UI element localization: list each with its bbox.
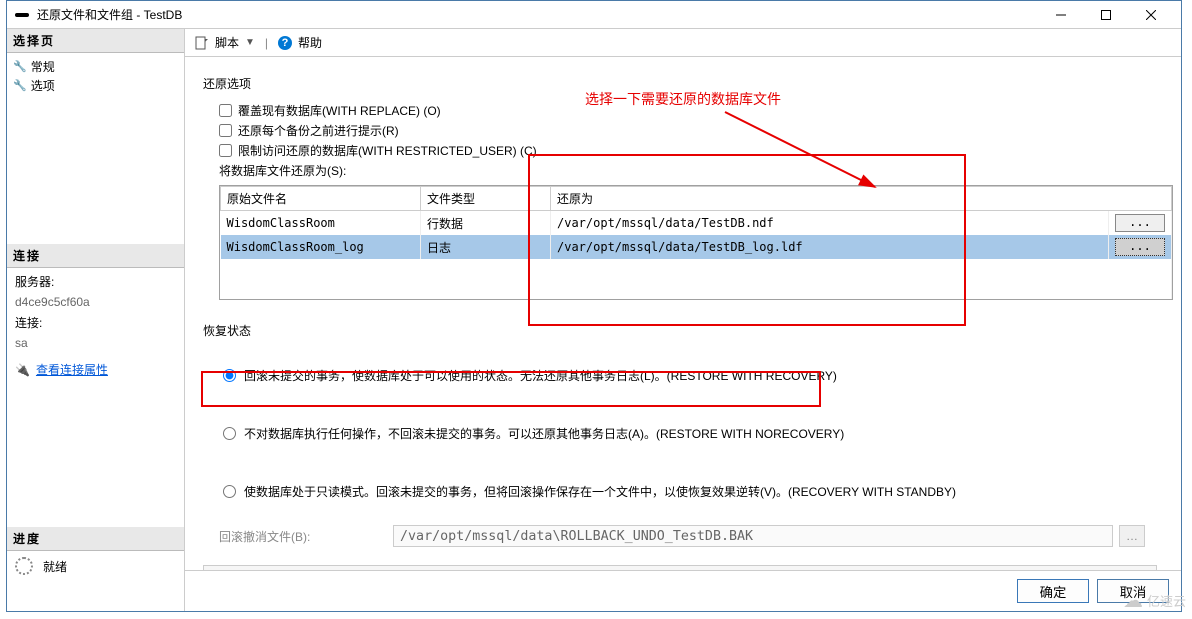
spinner-icon <box>15 557 33 575</box>
prompt-checkbox-row[interactable]: 还原每个备份之前进行提示(R) <box>219 122 1157 139</box>
cell-restore[interactable]: /var/opt/mssql/data/TestDB.ndf <box>551 211 1109 236</box>
table-row-empty <box>221 259 1172 299</box>
select-page-header: 选择页 <box>7 29 184 53</box>
progress-label: 就绪 <box>43 558 67 575</box>
table-header-row: 原始文件名 文件类型 还原为 <box>221 187 1172 211</box>
overwrite-checkbox-row[interactable]: 覆盖现有数据库(WITH REPLACE) (O) <box>219 102 1157 119</box>
cancel-button[interactable]: 取消 <box>1097 579 1169 603</box>
server-label: 服务器: <box>15 272 176 292</box>
dialog-window: 还原文件和文件组 - TestDB 选择页 🔧 常规 🔧 <box>6 0 1182 612</box>
toolbar: 脚本 ▼ | ? 帮助 <box>185 29 1181 57</box>
table-row[interactable]: WisdomClassRoom_log 日志 /var/opt/mssql/da… <box>221 235 1172 259</box>
script-icon <box>195 36 209 50</box>
maximize-button[interactable] <box>1083 1 1128 29</box>
connection-value: sa <box>15 333 176 353</box>
cell-restore[interactable]: /var/opt/mssql/data/TestDB_log.ldf <box>551 235 1109 259</box>
cell-orig: WisdomClassRoom <box>221 211 421 236</box>
window-title: 还原文件和文件组 - TestDB <box>37 6 1038 23</box>
connection-label: 连接: <box>15 313 176 333</box>
dialog-footer: 确定 取消 <box>185 570 1181 611</box>
connection-info: 服务器: d4ce9c5cf60a 连接: sa <box>7 268 184 358</box>
cell-orig: WisdomClassRoom_log <box>221 235 421 259</box>
wrench-icon: 🔧 <box>13 60 27 73</box>
sidebar-item-label: 常规 <box>31 58 55 75</box>
sidebar-item-options[interactable]: 🔧 选项 <box>13 76 178 95</box>
window-icon <box>15 9 31 21</box>
progress-header: 进度 <box>7 527 184 551</box>
browse-button[interactable]: ... <box>1115 238 1165 256</box>
progress-status: 就绪 <box>7 551 184 581</box>
file-table: 原始文件名 文件类型 还原为 WisdomClassRoom 行数据 /var/… <box>219 185 1173 300</box>
prompt-label: 还原每个备份之前进行提示(R) <box>238 122 399 139</box>
norecovery-radio-row[interactable]: 不对数据库执行任何操作，不回滚未提交的事务。可以还原其他事务日志(A)。(RES… <box>219 419 1157 449</box>
standby-label: 使数据库处于只读模式。回滚未提交的事务，但将回滚操作保存在一个文件中，以使恢复效… <box>244 483 956 501</box>
sidebar-item-general[interactable]: 🔧 常规 <box>13 57 178 76</box>
view-connection-link[interactable]: 查看连接属性 <box>36 361 108 378</box>
help-icon: ? <box>278 36 292 50</box>
minimize-button[interactable] <box>1038 1 1083 29</box>
overwrite-checkbox[interactable] <box>219 104 232 117</box>
restrict-checkbox[interactable] <box>219 144 232 157</box>
col-file-type[interactable]: 文件类型 <box>421 187 551 211</box>
browse-button[interactable]: ... <box>1115 214 1165 232</box>
dropdown-arrow-icon[interactable]: ▼ <box>245 37 255 48</box>
sidebar-item-label: 选项 <box>31 77 55 94</box>
content-area: 还原选项 覆盖现有数据库(WITH REPLACE) (O) 还原每个备份之前进… <box>185 57 1181 570</box>
recovery-radio[interactable] <box>223 369 236 382</box>
restrict-checkbox-row[interactable]: 限制访问还原的数据库(WITH RESTRICTED_USER) (C) <box>219 142 1157 159</box>
rollback-file-input <box>393 525 1113 547</box>
server-value: d4ce9c5cf60a <box>15 292 176 312</box>
sidebar: 选择页 🔧 常规 🔧 选项 连接 服务器: d4ce9c5cf60a 连接: s… <box>7 29 185 611</box>
recovery-state-title: 恢复状态 <box>203 322 1157 339</box>
standby-radio[interactable] <box>223 485 236 498</box>
cell-type: 日志 <box>421 235 551 259</box>
ok-button[interactable]: 确定 <box>1017 579 1089 603</box>
table-row[interactable]: WisdomClassRoom 行数据 /var/opt/mssql/data/… <box>221 211 1172 236</box>
info-bar: i “全文升级选项”服务器属性控制是导入、重新生成还是重置全文检索。 <box>203 565 1157 570</box>
plug-icon: 🔌 <box>15 363 30 377</box>
script-button[interactable]: 脚本 <box>215 34 239 51</box>
help-button[interactable]: 帮助 <box>298 34 322 51</box>
prompt-checkbox[interactable] <box>219 124 232 137</box>
restrict-label: 限制访问还原的数据库(WITH RESTRICTED_USER) (C) <box>238 142 537 159</box>
wrench-icon: 🔧 <box>13 79 27 92</box>
rollback-label: 回滚撤消文件(B): <box>219 528 389 545</box>
titlebar: 还原文件和文件组 - TestDB <box>7 1 1181 29</box>
restore-options-title: 还原选项 <box>203 75 1157 92</box>
connection-header: 连接 <box>7 244 184 268</box>
separator: | <box>265 36 268 50</box>
rollback-file-row: 回滚撤消文件(B): … <box>219 525 1157 547</box>
main-panel: 脚本 ▼ | ? 帮助 还原选项 覆盖现有数据库(WITH REPLACE) (… <box>185 29 1181 611</box>
standby-radio-row[interactable]: 使数据库处于只读模式。回滚未提交的事务，但将回滚操作保存在一个文件中，以使恢复效… <box>219 477 1157 507</box>
cell-type: 行数据 <box>421 211 551 236</box>
recovery-radio-row[interactable]: 回滚未提交的事务，使数据库处于可以使用的状态。无法还原其他事务日志(L)。(RE… <box>219 361 1157 391</box>
overwrite-label: 覆盖现有数据库(WITH REPLACE) (O) <box>238 102 441 119</box>
restore-as-label: 将数据库文件还原为(S): <box>219 162 1157 179</box>
close-button[interactable] <box>1128 1 1173 29</box>
rollback-browse-button: … <box>1119 525 1145 547</box>
col-restore-as[interactable]: 还原为 <box>551 187 1172 211</box>
norecovery-label: 不对数据库执行任何操作，不回滚未提交的事务。可以还原其他事务日志(A)。(RES… <box>244 425 844 443</box>
col-original-file[interactable]: 原始文件名 <box>221 187 421 211</box>
norecovery-radio[interactable] <box>223 427 236 440</box>
recovery-label: 回滚未提交的事务，使数据库处于可以使用的状态。无法还原其他事务日志(L)。(RE… <box>244 367 837 385</box>
